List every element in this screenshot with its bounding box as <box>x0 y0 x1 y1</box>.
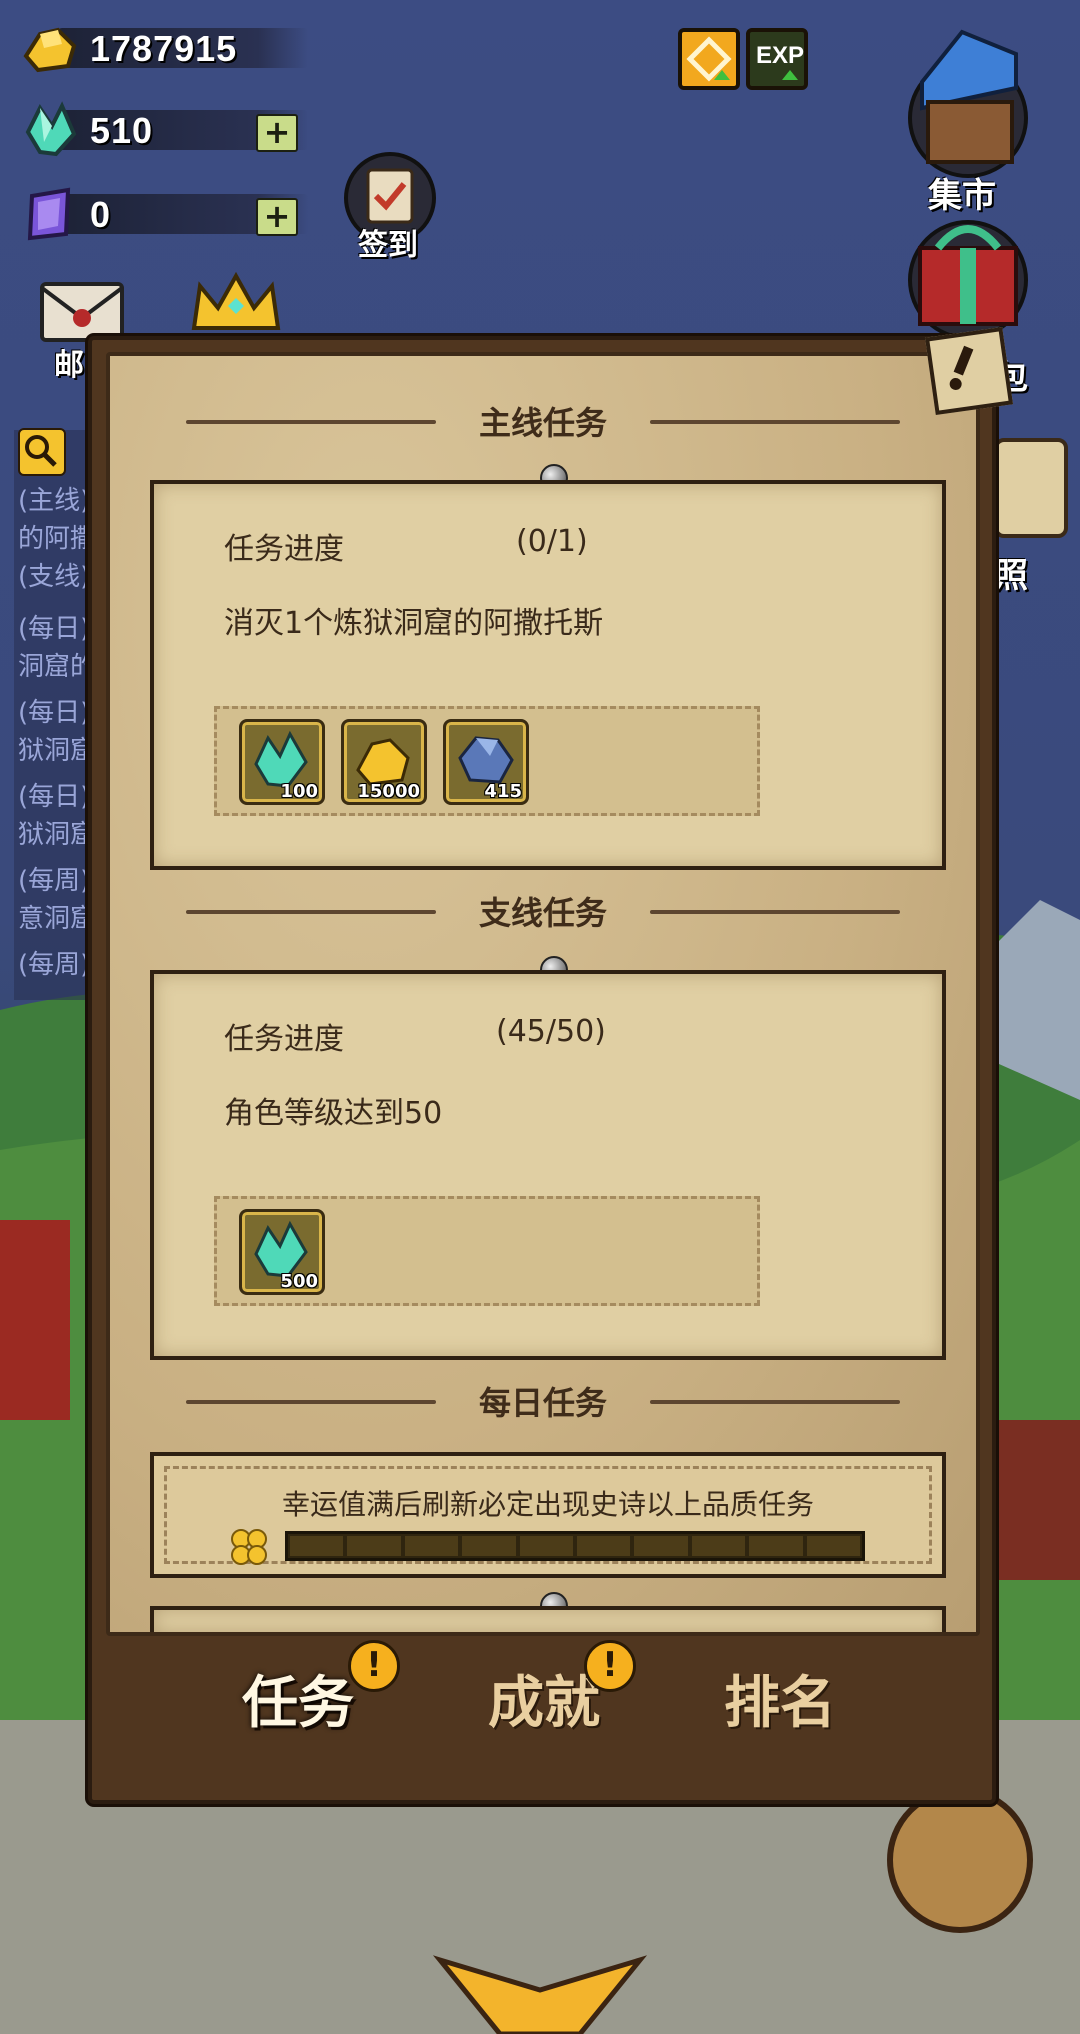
left-list-item[interactable]: (每日) <box>14 778 94 816</box>
section-divider <box>650 1400 900 1404</box>
luck-progress-bar <box>285 1531 865 1561</box>
left-list-item[interactable]: 狱洞窟 <box>14 732 94 770</box>
reward-qty: 100 <box>280 781 318 802</box>
left-list-item[interactable]: 洞窟的 <box>14 648 94 686</box>
gift-icon <box>908 220 1028 340</box>
scroll-icon <box>994 438 1068 538</box>
quest-parchment: 主线任务 任务进度 (0/1) 消灭1个炼狱洞窟的阿撒托斯 100 15000 … <box>106 326 1014 1636</box>
quests-alert-badge: ! <box>348 1640 400 1692</box>
left-list-item[interactable]: 意洞窟 <box>14 900 94 938</box>
quest-modal: 主线任务 任务进度 (0/1) 消灭1个炼狱洞窟的阿撒托斯 100 15000 … <box>88 326 1014 1804</box>
left-list-item[interactable]: 狱洞窟 <box>14 816 94 854</box>
daily-quest-card-peek <box>150 1606 946 1632</box>
market-button[interactable]: 集市 <box>898 18 1038 216</box>
mail-label: 邮 <box>54 348 84 383</box>
side-progress-label: 任务进度 <box>224 1022 344 1057</box>
diamond-value: 510 <box>90 110 154 151</box>
reward-item[interactable]: 415 <box>443 719 529 805</box>
side-reward-box: 500 <box>214 1196 760 1306</box>
crown-button[interactable] <box>188 268 284 338</box>
reward-qty: 415 <box>484 781 522 802</box>
left-list-item[interactable]: (每周) <box>14 862 94 900</box>
tab-quests[interactable]: 任务 <box>242 1658 354 1739</box>
crystal-counter: 0 + <box>18 182 308 244</box>
left-list-item[interactable]: (每日) <box>14 610 94 648</box>
crystal-value: 0 <box>90 194 112 235</box>
left-task-tracker: (主线) 的阿撒 (支线) (每日) 洞窟的 (每日) 狱洞窟 (每日) 狱洞窟… <box>14 428 94 1000</box>
checkin-label: 签到 <box>358 228 418 263</box>
left-list-item[interactable]: 的阿撒 <box>14 520 94 558</box>
search-icon[interactable] <box>18 428 66 476</box>
photo-button[interactable]: 照 <box>990 430 1080 600</box>
crown-icon <box>191 271 281 330</box>
achievements-alert-badge: ! <box>584 1640 636 1692</box>
tab-achievements[interactable]: 成就 <box>488 1658 600 1739</box>
diamond-counter: 510 + <box>18 98 308 160</box>
reward-item[interactable]: 15000 <box>341 719 427 805</box>
reward-item[interactable]: 500 <box>239 1209 325 1295</box>
side-quest-description: 角色等级达到50 <box>224 1096 443 1131</box>
main-quest-card: 任务进度 (0/1) 消灭1个炼狱洞窟的阿撒托斯 100 15000 415 <box>150 480 946 870</box>
crystal-icon <box>18 182 80 244</box>
exp-boost-button[interactable]: EXP <box>746 28 808 90</box>
tab-ranking[interactable]: 排名 <box>724 1658 836 1739</box>
main-reward-box: 100 15000 415 <box>214 706 760 816</box>
clover-icon <box>231 1529 267 1565</box>
add-diamond-button[interactable]: + <box>256 114 298 152</box>
add-crystal-button[interactable]: + <box>256 198 298 236</box>
main-progress-value: (0/1) <box>516 524 588 559</box>
gold-value: 1787915 <box>90 28 238 69</box>
left-list-item[interactable]: (每日) <box>14 694 94 732</box>
left-list-item[interactable]: (每周) <box>14 946 94 984</box>
section-divider <box>650 420 900 424</box>
gold-counter: 1787915 <box>18 16 308 78</box>
luck-panel-inner: 幸运值满后刷新必定出现史诗以上品质任务 <box>164 1466 932 1565</box>
section-divider <box>650 910 900 914</box>
luck-description: 幸运值满后刷新必定出现史诗以上品质任务 <box>281 1488 814 1521</box>
main-progress-label: 任务进度 <box>224 532 344 567</box>
left-list-item[interactable]: (主线) <box>14 482 94 520</box>
photo-label: 照 <box>994 556 1028 596</box>
side-quest-card: 任务进度 (45/50) 角色等级达到50 500 <box>150 970 946 1360</box>
market-stall-icon <box>908 29 1028 178</box>
reward-item[interactable]: 100 <box>239 719 325 805</box>
left-list-item[interactable]: (支线) <box>14 558 94 596</box>
side-progress-value: (45/50) <box>496 1014 606 1049</box>
reward-qty: 500 <box>280 1271 318 1292</box>
diamond-arrow-icon <box>678 28 740 90</box>
exclamation-icon <box>949 345 974 390</box>
diamond-icon <box>18 98 80 160</box>
quest-arrow-button[interactable] <box>678 28 740 90</box>
gold-icon <box>18 16 80 78</box>
checkin-button[interactable]: 签到 <box>340 148 440 263</box>
main-quest-description: 消灭1个炼狱洞窟的阿撒托斯 <box>224 606 604 641</box>
exp-label: EXP <box>756 42 805 69</box>
reward-qty: 15000 <box>357 781 420 802</box>
luck-panel: 幸运值满后刷新必定出现史诗以上品质任务 <box>150 1452 946 1578</box>
